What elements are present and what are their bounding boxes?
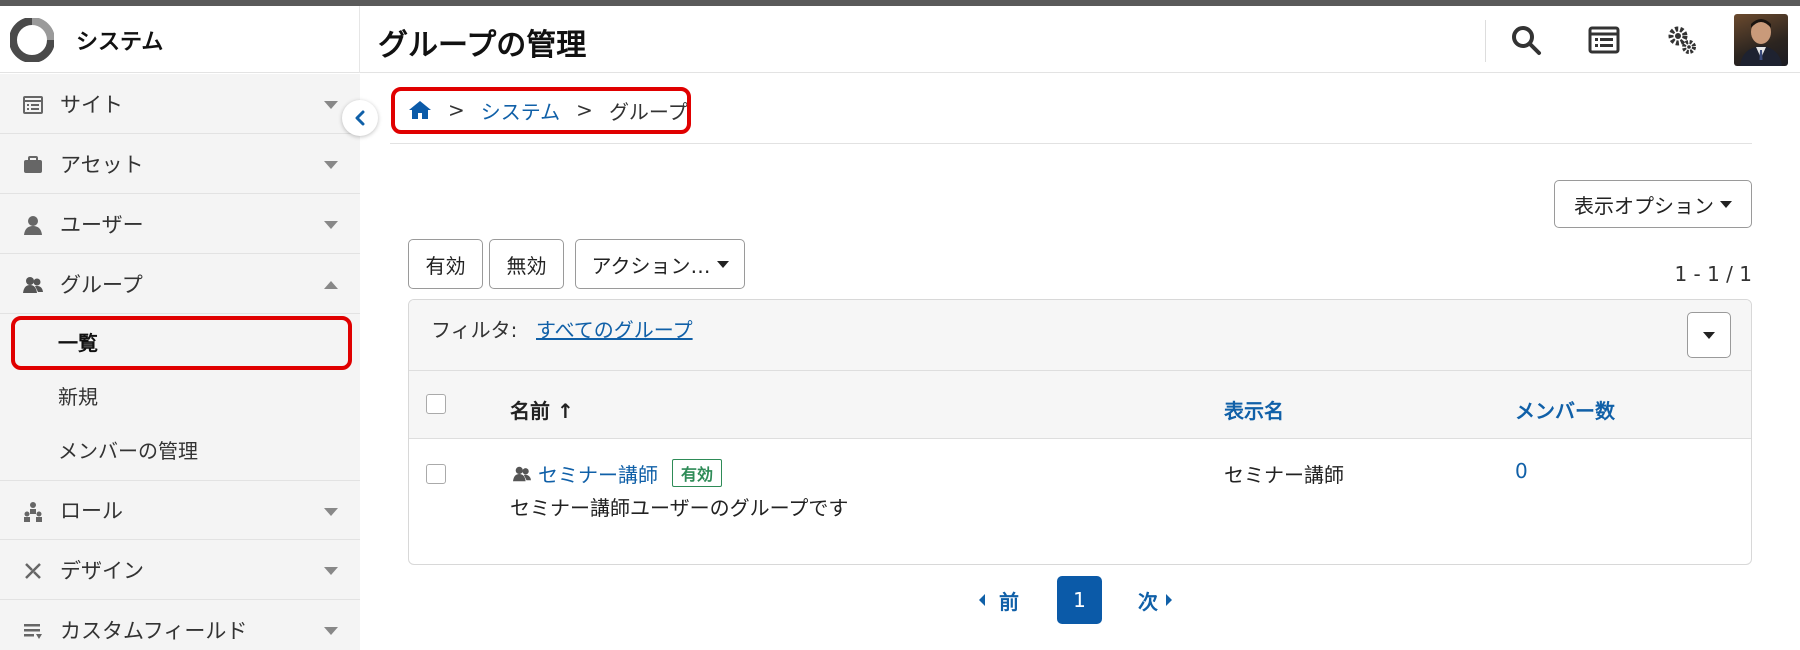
sidebar-item-user[interactable]: ユーザー [0,194,360,254]
actions-label: アクション… [591,253,711,278]
group-display-name: セミナー講師 [1224,463,1344,487]
list-window-icon[interactable] [1586,22,1622,58]
caret-down-icon [1703,331,1715,339]
sidebar-item-label: アセット [60,152,144,177]
app-header: システム グループの管理 [0,6,1800,73]
pagination-next-label: 次 [1138,589,1158,614]
sidebar-item-custom-field[interactable]: カスタムフィールド [0,600,360,650]
filter-dropdown-button[interactable] [1687,312,1731,358]
sidebar-item-group[interactable]: グループ [0,254,360,314]
user-icon [24,216,42,235]
sidebar-item-label: サイト [60,92,123,117]
sidebar-item-role[interactable]: ロール [0,480,360,540]
design-icon [25,563,41,579]
filter-bar: フィルタ: すべてのグループ [409,300,1751,371]
search-icon[interactable] [1508,22,1544,58]
pagination-page-current[interactable]: 1 [1057,576,1102,624]
page-title: グループの管理 [378,28,587,63]
enable-button[interactable]: 有効 [408,239,483,289]
pagination-prev[interactable]: 前 [977,576,1019,624]
custom-field-icon [24,624,42,639]
sidebar: サイト アセット ユーザー グループ 一覧 新規 メンバーの管理 ロール デザイ… [0,74,360,650]
breadcrumb-divider [390,143,1752,144]
brand[interactable]: システム [0,6,360,73]
chevron-up-icon [324,281,338,289]
highlight-box-breadcrumb [391,87,691,134]
result-count: 1 - 1 / 1 [1674,262,1752,286]
filter-link[interactable]: すべてのグループ [536,314,693,343]
display-options-button[interactable]: 表示オプション [1554,180,1752,228]
caret-down-icon [1720,200,1732,208]
sidebar-item-label: ユーザー [60,212,144,237]
sidebar-subitem-new[interactable]: 新規 [0,368,360,422]
sidebar-item-design[interactable]: デザイン [0,540,360,600]
sidebar-item-label: デザイン [60,558,144,583]
table-header: 名前 ↑ 表示名 メンバー数 [409,371,1751,439]
group-icon [23,277,43,293]
pagination-next[interactable]: 次 [1138,576,1174,624]
group-table-card: フィルタ: すべてのグループ 名前 ↑ 表示名 メンバー数 セミナー講師 有効 … [408,299,1752,565]
sidebar-item-label: カスタムフィールド [60,619,248,643]
chevron-left-icon [355,110,365,126]
briefcase-icon [24,156,42,173]
chevron-down-icon [324,508,338,516]
highlight-box-list [11,316,352,370]
sidebar-item-asset[interactable]: アセット [0,134,360,194]
select-all-checkbox[interactable] [426,394,446,414]
display-options-label: 表示オプション [1574,193,1714,218]
user-avatar[interactable] [1734,14,1788,66]
column-header-display-name[interactable]: 表示名 [1224,395,1284,424]
status-badge: 有効 [672,459,723,487]
gears-icon[interactable] [1664,22,1700,58]
sidebar-item-label: グループ [60,272,143,297]
row-checkbox[interactable] [426,464,446,484]
group-icon [513,466,531,481]
movabletype-logo-icon [10,17,54,62]
disable-button[interactable]: 無効 [489,239,564,289]
column-header-name[interactable]: 名前 ↑ [510,395,574,424]
caret-left-icon [979,594,985,606]
sidebar-item-site[interactable]: サイト [0,74,360,134]
brand-name: システム [76,29,164,55]
sidebar-collapse-button[interactable] [342,100,378,136]
site-icon [23,96,43,114]
actions-dropdown-button[interactable]: アクション… [575,239,745,289]
header-divider [1485,20,1486,62]
caret-right-icon [1166,594,1172,606]
chevron-down-icon [324,567,338,575]
sidebar-item-label: ロール [60,499,123,523]
role-icon [24,502,42,522]
pagination-prev-label: 前 [999,589,1019,614]
group-name-link[interactable]: セミナー講師 [512,459,658,488]
column-header-members[interactable]: メンバー数 [1515,395,1615,424]
group-member-count-link[interactable]: 0 [1515,459,1528,483]
caret-down-icon [716,260,729,268]
chevron-down-icon [324,101,338,109]
sidebar-subitem-manage-members[interactable]: メンバーの管理 [0,422,360,476]
table-row: セミナー講師 有効 セミナー講師ユーザーのグループです セミナー講師 0 [409,439,1751,564]
chevron-down-icon [324,627,338,635]
group-description: セミナー講師ユーザーのグループです [510,496,849,520]
chevron-down-icon [324,221,338,229]
group-name-text: セミナー講師 [538,463,658,487]
chevron-down-icon [324,161,338,169]
filter-label: フィルタ: [431,318,518,342]
